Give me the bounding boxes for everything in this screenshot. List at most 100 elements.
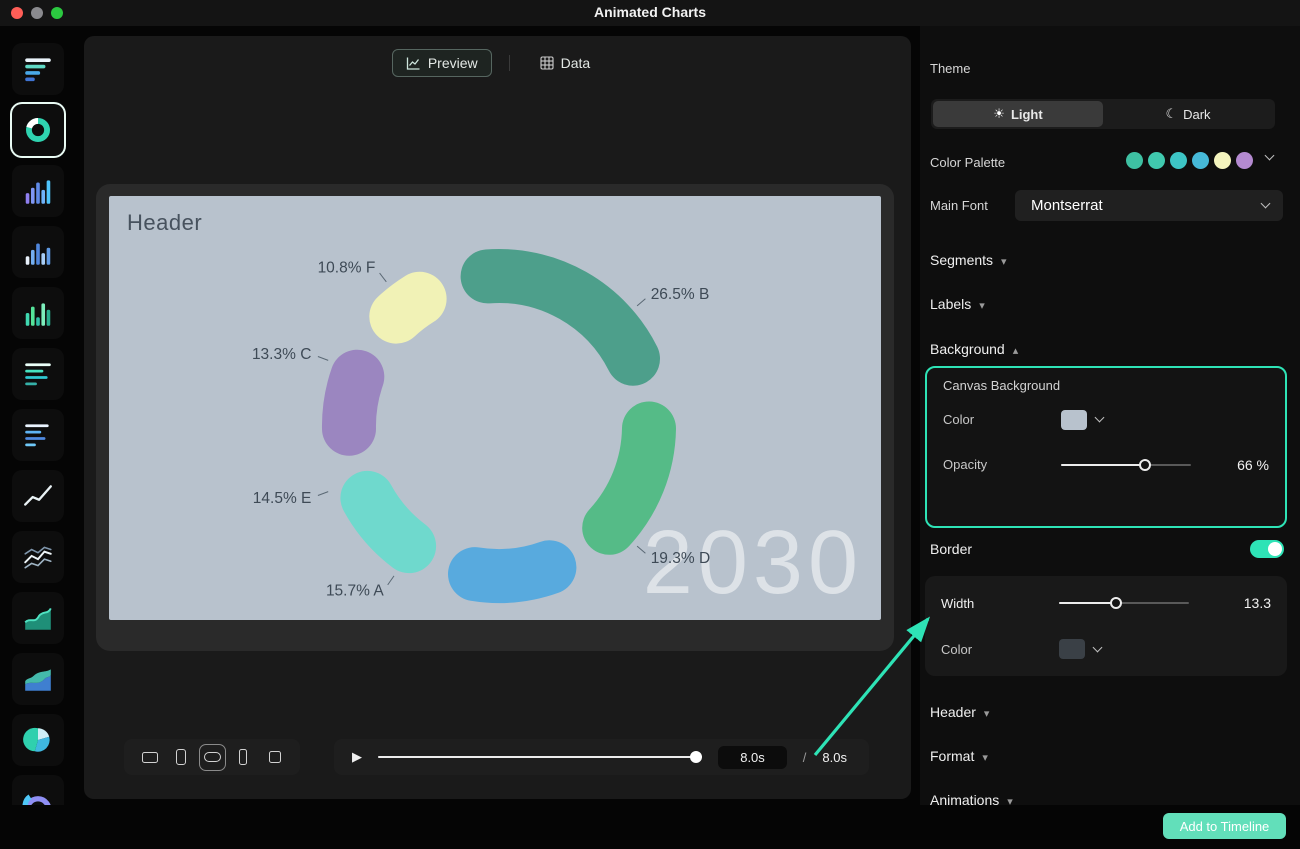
palette-color-swatch xyxy=(1214,152,1231,169)
viewport-option-phone-portrait[interactable] xyxy=(167,744,194,771)
chevron-up-icon xyxy=(1013,341,1019,357)
palette-color-swatch xyxy=(1126,152,1143,169)
section-segments-label: Segments xyxy=(930,252,994,268)
landscape-icon xyxy=(141,751,158,763)
label-leader-line xyxy=(636,545,646,554)
border-settings-group: Width 13.3 Color xyxy=(925,576,1287,676)
chart-type-donut[interactable] xyxy=(11,104,64,156)
bottom-bar: Add to Timeline xyxy=(0,805,1300,849)
slider-fill xyxy=(1059,602,1115,604)
canvas-frame: Header 2030 10.8% F 26.5% B 19.3% D 15.7% A… xyxy=(96,184,894,651)
palette-color-swatch xyxy=(1236,152,1253,169)
main-font-value: Montserrat xyxy=(1031,197,1103,214)
opacity-value: 66 % xyxy=(1237,456,1269,473)
section-format[interactable]: Format xyxy=(920,738,1300,774)
border-color-label: Color xyxy=(941,641,973,657)
border-width-slider[interactable] xyxy=(1059,596,1189,610)
section-background-label: Background xyxy=(930,341,1005,357)
section-animations-label: Animations xyxy=(930,792,1000,805)
border-row: Border xyxy=(930,540,1284,558)
tab-data[interactable]: Data xyxy=(527,50,604,76)
theme-light-button[interactable]: Light xyxy=(933,101,1103,127)
chevron-down-icon[interactable] xyxy=(1094,412,1105,423)
tab-preview[interactable]: Preview xyxy=(391,49,492,77)
border-color-swatch[interactable] xyxy=(1059,639,1085,659)
chart-type-area[interactable] xyxy=(11,592,64,644)
donut-segment-A xyxy=(448,540,577,603)
settings-panel: Theme Light Dark Color Palette Main Font… xyxy=(920,26,1300,805)
donut-segment-label: 19.3% D xyxy=(651,550,710,567)
chevron-down-icon[interactable] xyxy=(1264,150,1275,161)
chevron-down-icon xyxy=(984,704,990,720)
theme-toggle: Light Dark xyxy=(931,99,1275,129)
chevron-down-icon xyxy=(979,296,985,312)
donut-segment-C xyxy=(322,349,385,456)
canvas-bg-color-swatch[interactable] xyxy=(1061,409,1087,430)
section-labels[interactable]: Labels xyxy=(920,286,1300,322)
tab-preview-label: Preview xyxy=(427,55,478,71)
palette-color-swatch xyxy=(1170,152,1187,169)
chart-type-columns-purple[interactable] xyxy=(11,165,64,217)
playback-slider[interactable] xyxy=(378,750,703,764)
palette-color-swatch xyxy=(1192,152,1209,169)
color-palette-label: Color Palette xyxy=(930,155,1006,170)
chevron-down-icon xyxy=(982,748,988,764)
chart-type-list xyxy=(0,26,75,805)
border-width-label: Width xyxy=(941,595,975,611)
main-font-dropdown[interactable]: Montserrat xyxy=(1015,190,1283,221)
title-bar: Animated Charts xyxy=(0,0,1300,26)
theme-light-label: Light xyxy=(1010,106,1043,122)
section-animations[interactable]: Animations xyxy=(920,782,1300,805)
canvas-background-title: Canvas Background xyxy=(943,378,1061,393)
viewport-option-rounded-landscape[interactable] xyxy=(198,743,226,771)
theme-label: Theme xyxy=(930,61,971,76)
opacity-slider[interactable] xyxy=(1061,458,1191,472)
chart-type-donut-partial[interactable] xyxy=(11,775,64,805)
palette-color-swatch xyxy=(1148,152,1165,169)
theme-dark-button[interactable]: Dark xyxy=(1103,101,1273,127)
viewport-option-square[interactable] xyxy=(261,744,288,771)
chart-type-line[interactable] xyxy=(11,470,64,522)
slider-knob[interactable] xyxy=(1109,597,1122,609)
chevron-down-icon xyxy=(1007,792,1013,805)
rounded-landscape-icon xyxy=(203,752,221,762)
label-leader-line xyxy=(379,272,387,283)
donut-segment-label: 26.5% B xyxy=(651,286,710,303)
viewport-option-landscape[interactable] xyxy=(136,744,163,771)
chart-type-area-stacked[interactable] xyxy=(11,653,64,705)
canvas-bg-color-row: Color xyxy=(943,397,1269,442)
section-header[interactable]: Header xyxy=(920,694,1300,730)
playback-bar: 8.0s / 8.0s xyxy=(334,739,869,775)
chart-type-pie[interactable] xyxy=(11,714,64,766)
chart-type-bars-thin-teal[interactable] xyxy=(11,348,64,400)
section-segments[interactable]: Segments xyxy=(920,242,1300,278)
section-header-label: Header xyxy=(930,704,976,720)
phone-portrait-icon xyxy=(175,749,186,765)
window-title: Animated Charts xyxy=(593,4,707,20)
border-toggle[interactable] xyxy=(1250,540,1284,558)
section-format-label: Format xyxy=(930,748,975,764)
donut-segment-B xyxy=(460,248,660,386)
slider-knob[interactable] xyxy=(1138,458,1151,471)
tab-data-label: Data xyxy=(560,55,591,71)
viewport-selector xyxy=(124,739,300,775)
chart-type-bars-thin-blue[interactable] xyxy=(11,409,64,461)
preview-panel: Preview Data Header 2030 10.8% F 26.5% B1… xyxy=(84,36,911,799)
slider-knob[interactable] xyxy=(690,751,703,763)
add-to-timeline-button[interactable]: Add to Timeline xyxy=(1163,813,1286,839)
viewport-option-phone-narrow[interactable] xyxy=(230,744,257,771)
border-width-value: 13.3 xyxy=(1243,595,1271,611)
chevron-down-icon xyxy=(1260,198,1271,209)
donut-segment-label: 15.7% A xyxy=(326,583,384,600)
chart-canvas: Header 2030 10.8% F 26.5% B 19.3% D 15.7% A… xyxy=(109,196,881,620)
tab-bar: Preview Data xyxy=(84,49,911,77)
chart-type-columns-blue[interactable] xyxy=(11,226,64,278)
play-button[interactable] xyxy=(352,748,362,766)
chart-type-bars-horizontal[interactable] xyxy=(11,43,64,95)
chart-type-lines-multi[interactable] xyxy=(11,531,64,583)
color-palette-swatches[interactable] xyxy=(1126,152,1253,169)
chart-type-columns-teal[interactable] xyxy=(11,287,64,339)
donut-segment-F xyxy=(369,271,447,344)
section-background[interactable]: Background xyxy=(920,331,1300,367)
chevron-down-icon[interactable] xyxy=(1092,642,1103,652)
